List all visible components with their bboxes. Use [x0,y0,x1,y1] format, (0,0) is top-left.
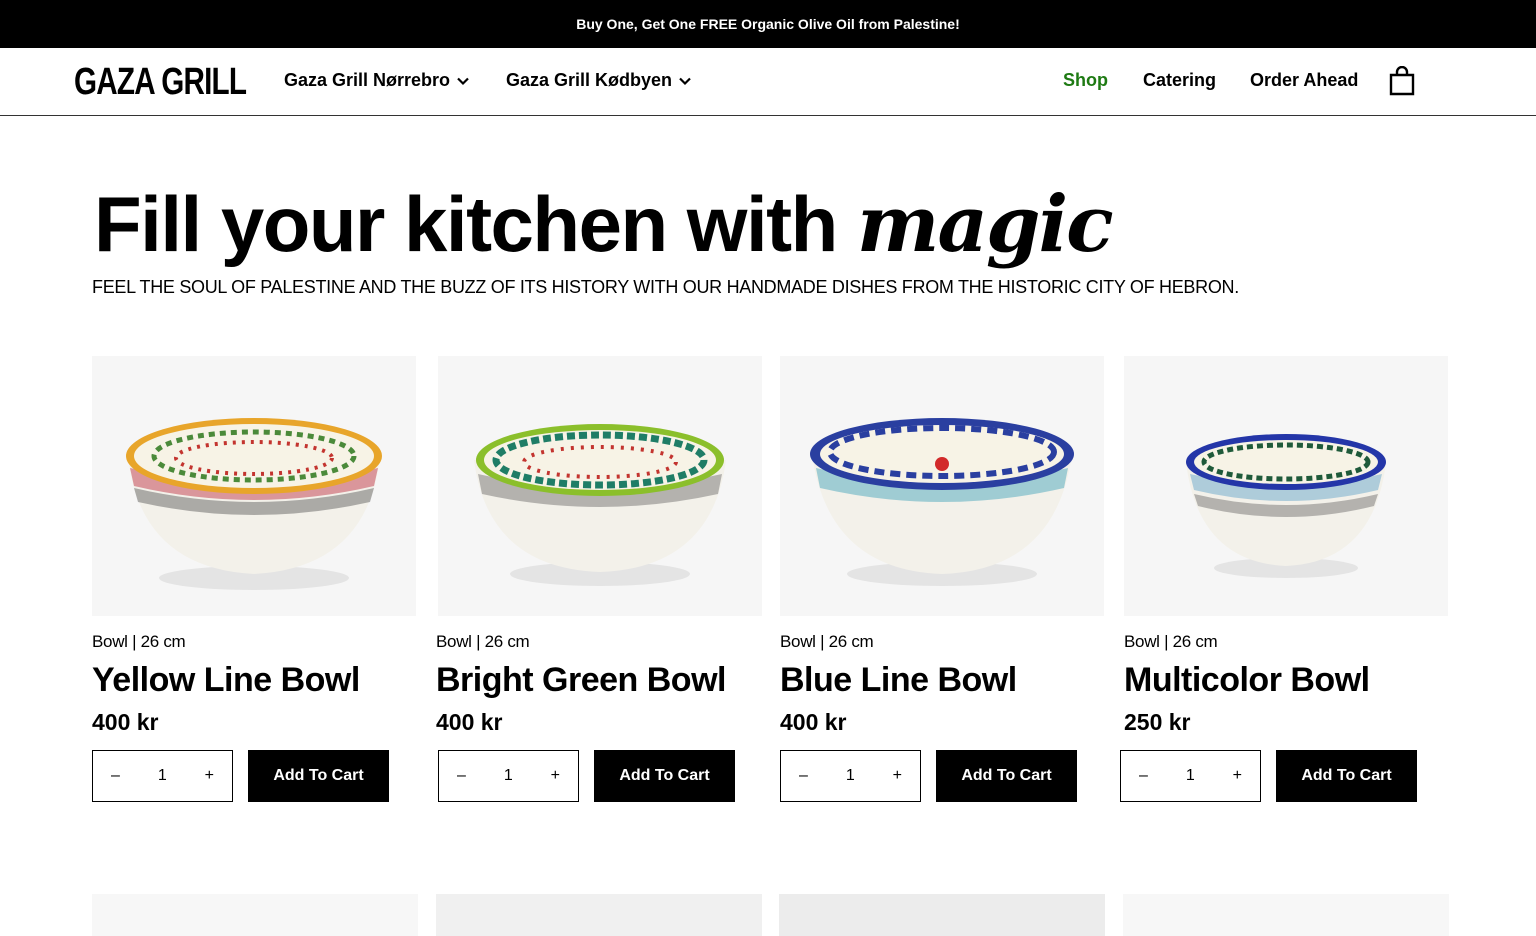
promo-banner: Buy One, Get One FREE Organic Olive Oil … [0,0,1536,48]
product-price: 250 kr [1124,709,1191,735]
bowl-illustration [1186,434,1386,578]
product-card[interactable]: Bowl | 26 cm Blue Line Bowl 400 kr – 1 +… [780,356,1104,802]
product-image-placeholder [1123,894,1449,936]
hero-subtitle: FEEL THE SOUL OF PALESTINE AND THE BUZZ … [92,277,1239,297]
product-card[interactable]: Bowl | 26 cm Yellow Line Bowl 400 kr – 1… [92,356,416,802]
product-category: Bowl | 26 cm [1124,632,1218,651]
product-price: 400 kr [92,709,159,735]
chevron-down-icon [457,77,469,85]
nav-link-order-ahead[interactable]: Order Ahead [1250,70,1358,91]
promo-text: Buy One, Get One FREE Organic Olive Oil … [576,16,960,32]
bowl-illustration [474,424,726,586]
product-name[interactable]: Yellow Line Bowl [92,661,360,700]
product-category: Bowl | 26 cm [92,632,186,651]
product-image-placeholder [92,894,418,936]
product-name[interactable]: Blue Line Bowl [780,661,1017,700]
product-image[interactable] [438,356,762,616]
increase-button[interactable]: + [551,767,560,785]
add-to-cart-button[interactable]: Add To Cart [936,750,1077,802]
quantity-value[interactable]: 1 [1186,767,1195,785]
location-dropdown-norrebro[interactable]: Gaza Grill Nørrebro [284,70,470,91]
location-label: Gaza Grill Nørrebro [284,70,451,90]
add-to-cart-button[interactable]: Add To Cart [248,750,389,802]
product-image[interactable] [1124,356,1448,616]
quantity-value[interactable]: 1 [158,767,167,785]
hero-title-plain: Fill your kitchen with [94,180,838,268]
location-dropdown-kodbyen[interactable]: Gaza Grill Kødbyen [506,70,692,91]
quantity-stepper: – 1 + [438,750,579,802]
decrease-button[interactable]: – [111,767,120,785]
chevron-down-icon [679,77,691,85]
add-to-cart-button[interactable]: Add To Cart [1276,750,1417,802]
increase-button[interactable]: + [1233,767,1242,785]
hero-title: Fill your kitchen with magic [94,178,1114,271]
bowl-illustration [810,418,1074,586]
product-card[interactable]: Bowl | 26 cm Bright Green Bowl 400 kr – … [436,356,762,802]
logo[interactable]: GAZA GRILL [74,60,247,104]
quantity-value[interactable]: 1 [846,767,855,785]
decrease-button[interactable]: – [1139,767,1148,785]
hero-title-accent: magic [856,179,1114,270]
decrease-button[interactable]: – [457,767,466,785]
location-label: Gaza Grill Kødbyen [506,70,673,90]
product-image-placeholder [436,894,762,936]
quantity-stepper: – 1 + [780,750,921,802]
nav-link-shop[interactable]: Shop [1063,70,1108,91]
increase-button[interactable]: + [205,767,214,785]
product-image[interactable] [92,356,416,616]
main-navigation: GAZA GRILL Gaza Grill Nørrebro Gaza Gril… [0,48,1536,116]
bowl-illustration [126,418,382,590]
increase-button[interactable]: + [893,767,902,785]
shopping-bag-icon[interactable] [1389,66,1415,96]
nav-link-catering[interactable]: Catering [1143,70,1216,91]
product-card[interactable]: Bowl | 26 cm Multicolor Bowl 250 kr – 1 … [1120,356,1448,802]
quantity-value[interactable]: 1 [504,767,513,785]
add-to-cart-button[interactable]: Add To Cart [594,750,735,802]
quantity-stepper: – 1 + [92,750,233,802]
product-image-placeholder [779,894,1105,936]
product-image[interactable] [780,356,1104,616]
product-price: 400 kr [436,709,503,735]
decrease-button[interactable]: – [799,767,808,785]
product-name[interactable]: Bright Green Bowl [436,661,726,700]
quantity-stepper: – 1 + [1120,750,1261,802]
product-category: Bowl | 26 cm [780,632,874,651]
product-price: 400 kr [780,709,847,735]
product-category: Bowl | 26 cm [436,632,530,651]
product-name[interactable]: Multicolor Bowl [1124,661,1370,700]
